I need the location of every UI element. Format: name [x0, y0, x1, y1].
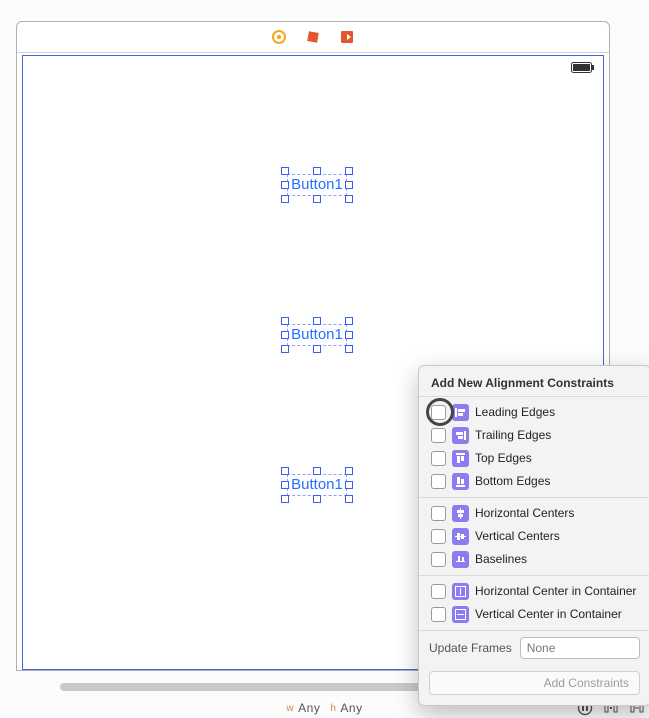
checkbox[interactable]	[431, 428, 446, 443]
hcenter-container-icon	[452, 583, 469, 600]
row-horizontal-centers[interactable]: Horizontal Centers	[419, 502, 649, 525]
firstresponder-icon[interactable]	[305, 29, 321, 45]
row-label: Baselines	[475, 550, 527, 569]
selected-button-2[interactable]: Button1	[287, 324, 347, 346]
row-hcenter-container[interactable]: Horizontal Center in Container	[419, 580, 649, 603]
vcenter-container-icon	[452, 606, 469, 623]
checkbox[interactable]	[431, 607, 446, 622]
popover-title: Add New Alignment Constraints	[419, 366, 649, 396]
bottom-edges-icon	[452, 473, 469, 490]
row-label: Bottom Edges	[475, 472, 550, 491]
row-label: Vertical Centers	[475, 527, 560, 546]
baselines-icon	[452, 551, 469, 568]
edges-section: Leading Edges Trailing Edges Top Edges B…	[419, 396, 649, 497]
row-label: Top Edges	[475, 449, 532, 468]
checkbox[interactable]	[431, 552, 446, 567]
selected-button-3[interactable]: Button1	[287, 474, 347, 496]
viewcontroller-icon[interactable]	[271, 29, 287, 45]
container-section: Horizontal Center in Container Vertical …	[419, 575, 649, 630]
update-frames-value: None	[527, 641, 556, 655]
checkbox[interactable]	[431, 584, 446, 599]
vcenters-icon	[452, 528, 469, 545]
update-frames-row: Update Frames None	[419, 630, 649, 665]
hcenters-icon	[452, 505, 469, 522]
device-header	[17, 22, 609, 53]
selected-button-1[interactable]: Button1	[287, 174, 347, 196]
row-label: Horizontal Centers	[475, 504, 574, 523]
row-top-edges[interactable]: Top Edges	[419, 447, 649, 470]
alignment-constraints-popover: Add New Alignment Constraints Leading Ed…	[418, 365, 649, 706]
top-edges-icon	[452, 450, 469, 467]
row-vcenter-container[interactable]: Vertical Center in Container	[419, 603, 649, 626]
checkbox[interactable]	[431, 405, 446, 420]
add-constraints-label: Add Constraints	[544, 676, 629, 690]
exit-icon[interactable]	[339, 29, 355, 45]
row-leading-edges[interactable]: Leading Edges	[419, 401, 649, 424]
leading-edges-icon	[452, 404, 469, 421]
row-bottom-edges[interactable]: Bottom Edges	[419, 470, 649, 493]
add-constraints-button[interactable]: Add Constraints	[429, 671, 640, 695]
row-label: Trailing Edges	[475, 426, 551, 445]
height-value: Any	[340, 701, 362, 715]
width-prefix: w	[286, 703, 294, 714]
battery-icon	[571, 62, 595, 74]
checkbox[interactable]	[431, 506, 446, 521]
row-baselines[interactable]: Baselines	[419, 548, 649, 571]
row-label: Vertical Center in Container	[475, 605, 622, 624]
checkbox[interactable]	[431, 451, 446, 466]
trailing-edges-icon	[452, 427, 469, 444]
row-vertical-centers[interactable]: Vertical Centers	[419, 525, 649, 548]
update-frames-select[interactable]: None	[520, 637, 640, 659]
row-label: Leading Edges	[475, 403, 555, 422]
checkbox[interactable]	[431, 474, 446, 489]
update-frames-label: Update Frames	[429, 641, 512, 655]
height-prefix: h	[330, 703, 336, 714]
row-trailing-edges[interactable]: Trailing Edges	[419, 424, 649, 447]
centers-section: Horizontal Centers Vertical Centers Base…	[419, 497, 649, 575]
checkbox[interactable]	[431, 529, 446, 544]
width-value: Any	[298, 701, 320, 715]
row-label: Horizontal Center in Container	[475, 582, 636, 601]
